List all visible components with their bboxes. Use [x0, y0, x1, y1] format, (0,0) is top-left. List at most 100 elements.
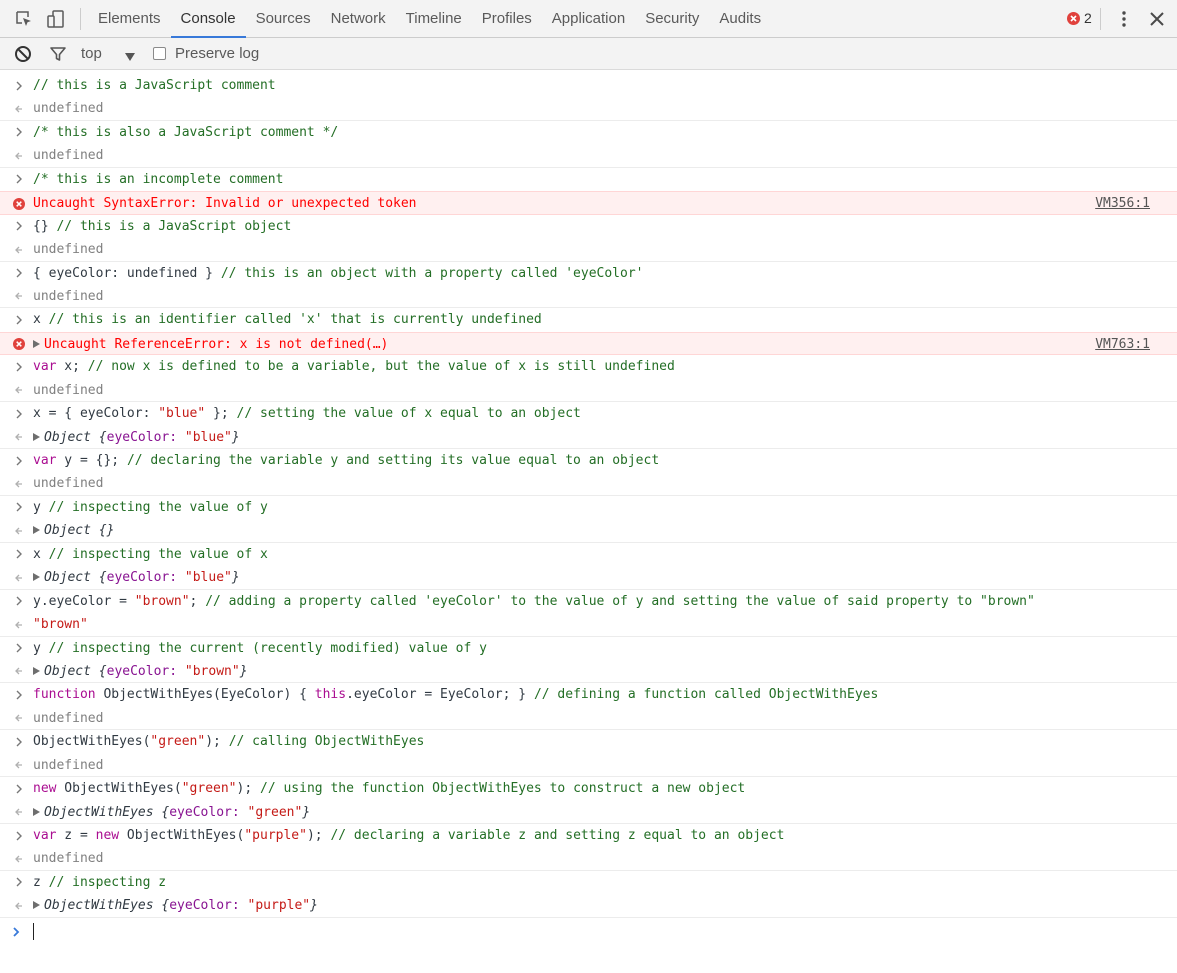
source-link[interactable]: VM763:1	[1095, 333, 1150, 356]
clear-console-icon[interactable]	[13, 44, 33, 64]
result-arrow-icon	[12, 144, 26, 167]
result-arrow-icon	[12, 847, 26, 870]
close-icon[interactable]	[1147, 9, 1167, 29]
code-token: // this is a JavaScript comment	[33, 78, 276, 93]
error-count: 2	[1084, 10, 1092, 26]
expand-triangle-icon[interactable]	[33, 339, 40, 348]
code-token: // inspecting the current (recently modi…	[48, 640, 487, 656]
expand-triangle-icon[interactable]	[33, 666, 40, 675]
tab-network[interactable]: Network	[321, 0, 396, 38]
device-toolbar-icon[interactable]	[46, 9, 66, 29]
tab-elements[interactable]: Elements	[88, 0, 171, 38]
preserve-log-label: Preserve log	[175, 45, 260, 62]
source-link[interactable]: VM356:1	[1095, 192, 1150, 215]
context-selector[interactable]: top	[81, 38, 102, 70]
tab-timeline[interactable]: Timeline	[396, 0, 472, 38]
code-token: // setting the value of x equal to an ob…	[236, 406, 581, 422]
tab-profiles[interactable]: Profiles	[472, 0, 542, 38]
text-cursor	[33, 922, 34, 940]
result-arrow-icon	[12, 660, 26, 683]
code-token: "purple"	[244, 828, 307, 843]
console-error-line: Uncaught SyntaxError: Invalid or unexpec…	[0, 191, 1177, 215]
code-token: undefined	[33, 757, 104, 773]
result-arrow-icon	[12, 519, 26, 542]
code-token: }	[239, 663, 248, 679]
code-token: "blue"	[158, 406, 206, 422]
filter-icon[interactable]	[48, 44, 68, 64]
code-token: new	[33, 781, 57, 797]
input-chevron-icon	[12, 449, 26, 472]
tab-security[interactable]: Security	[635, 0, 709, 38]
code-token: x	[33, 546, 49, 562]
code-token: );	[306, 828, 331, 843]
result-arrow-icon	[12, 238, 26, 261]
result-arrow-icon	[12, 613, 26, 636]
input-chevron-icon	[12, 402, 26, 425]
tab-audits[interactable]: Audits	[709, 0, 771, 38]
console-result-line: undefined	[0, 285, 1177, 309]
code-token: undefined	[33, 476, 104, 492]
console-input-line: ObjectWithEyes("green"); // calling Obje…	[0, 730, 1177, 753]
code-token: eyeColor:	[106, 429, 185, 445]
console-input-line: /* this is an incomplete comment	[0, 168, 1177, 191]
devtools-tab-bar: Elements Console Sources Network Timeline Pro…	[0, 0, 1177, 38]
dropdown-icon[interactable]	[124, 49, 136, 61]
console-input-line: // this is a JavaScript comment	[0, 74, 1177, 97]
console-messages: // this is a JavaScript comment undefined…	[0, 74, 1177, 946]
code-token: // this is an object with a property cal…	[220, 265, 644, 281]
preserve-log-checkbox[interactable]	[153, 47, 166, 60]
console-input-line: /* this is also a JavaScript comment */	[0, 121, 1177, 144]
console-result-line: undefined	[0, 472, 1177, 496]
console-result-line: ObjectWithEyes {eyeColor: "purple"}	[0, 894, 1177, 918]
result-arrow-icon	[12, 707, 26, 730]
more-icon[interactable]	[1114, 9, 1134, 29]
tab-sources[interactable]: Sources	[246, 0, 321, 38]
code-token: new	[95, 828, 120, 843]
console-input-line: y // inspecting the value of y	[0, 496, 1177, 519]
code-token: "green"	[181, 781, 237, 797]
code-token: // now x is defined to be a variable, bu…	[87, 359, 675, 375]
console-result-line: Object {eyeColor: "blue"}	[0, 566, 1177, 590]
code-token: z	[33, 874, 49, 890]
console-result-line: undefined	[0, 144, 1177, 168]
code-token: {	[98, 429, 107, 445]
expand-triangle-icon[interactable]	[33, 432, 40, 441]
code-token: Object {}	[44, 523, 115, 539]
tab-application[interactable]: Application	[542, 0, 635, 38]
error-icon	[1067, 11, 1080, 25]
expand-triangle-icon[interactable]	[33, 901, 40, 910]
console-input-line: {} // this is a JavaScript object	[0, 215, 1177, 238]
console-prompt[interactable]	[0, 918, 1177, 946]
code-token: x;	[56, 359, 88, 375]
inspect-icon[interactable]	[14, 9, 34, 29]
expand-triangle-icon[interactable]	[33, 526, 40, 535]
error-counter[interactable]: 2	[1067, 10, 1092, 26]
code-token: z =	[56, 828, 96, 843]
code-token: undefined	[33, 288, 104, 304]
input-chevron-icon	[12, 590, 26, 613]
input-chevron-icon	[12, 74, 26, 97]
result-arrow-icon	[12, 894, 26, 917]
expand-triangle-icon[interactable]	[33, 807, 40, 816]
code-token: eyeColor:	[169, 804, 248, 820]
console-input-line: { eyeColor: undefined } // this is an ob…	[0, 262, 1177, 285]
result-arrow-icon	[12, 801, 26, 824]
code-token: function	[33, 687, 96, 703]
code-token: "brown"	[33, 617, 88, 633]
input-chevron-icon	[12, 308, 26, 331]
code-token: {	[98, 570, 107, 586]
code-token: ObjectWithEyes(	[119, 828, 245, 843]
code-token: y	[33, 640, 49, 656]
console-input-line: y.eyeColor = "brown"; // adding a proper…	[0, 590, 1177, 613]
console-input-line: y // inspecting the current (recently mo…	[0, 637, 1177, 660]
result-arrow-icon	[12, 754, 26, 777]
code-token: var	[33, 828, 57, 843]
tab-console[interactable]: Console	[170, 0, 246, 38]
code-token: var	[33, 359, 57, 375]
console-result-line: undefined	[0, 707, 1177, 731]
toolbar-divider	[80, 8, 81, 30]
code-token: eyeColor:	[106, 663, 185, 679]
code-token: // defining a function called ObjectWith…	[533, 687, 879, 703]
expand-triangle-icon[interactable]	[33, 573, 40, 582]
result-arrow-icon	[12, 566, 26, 589]
